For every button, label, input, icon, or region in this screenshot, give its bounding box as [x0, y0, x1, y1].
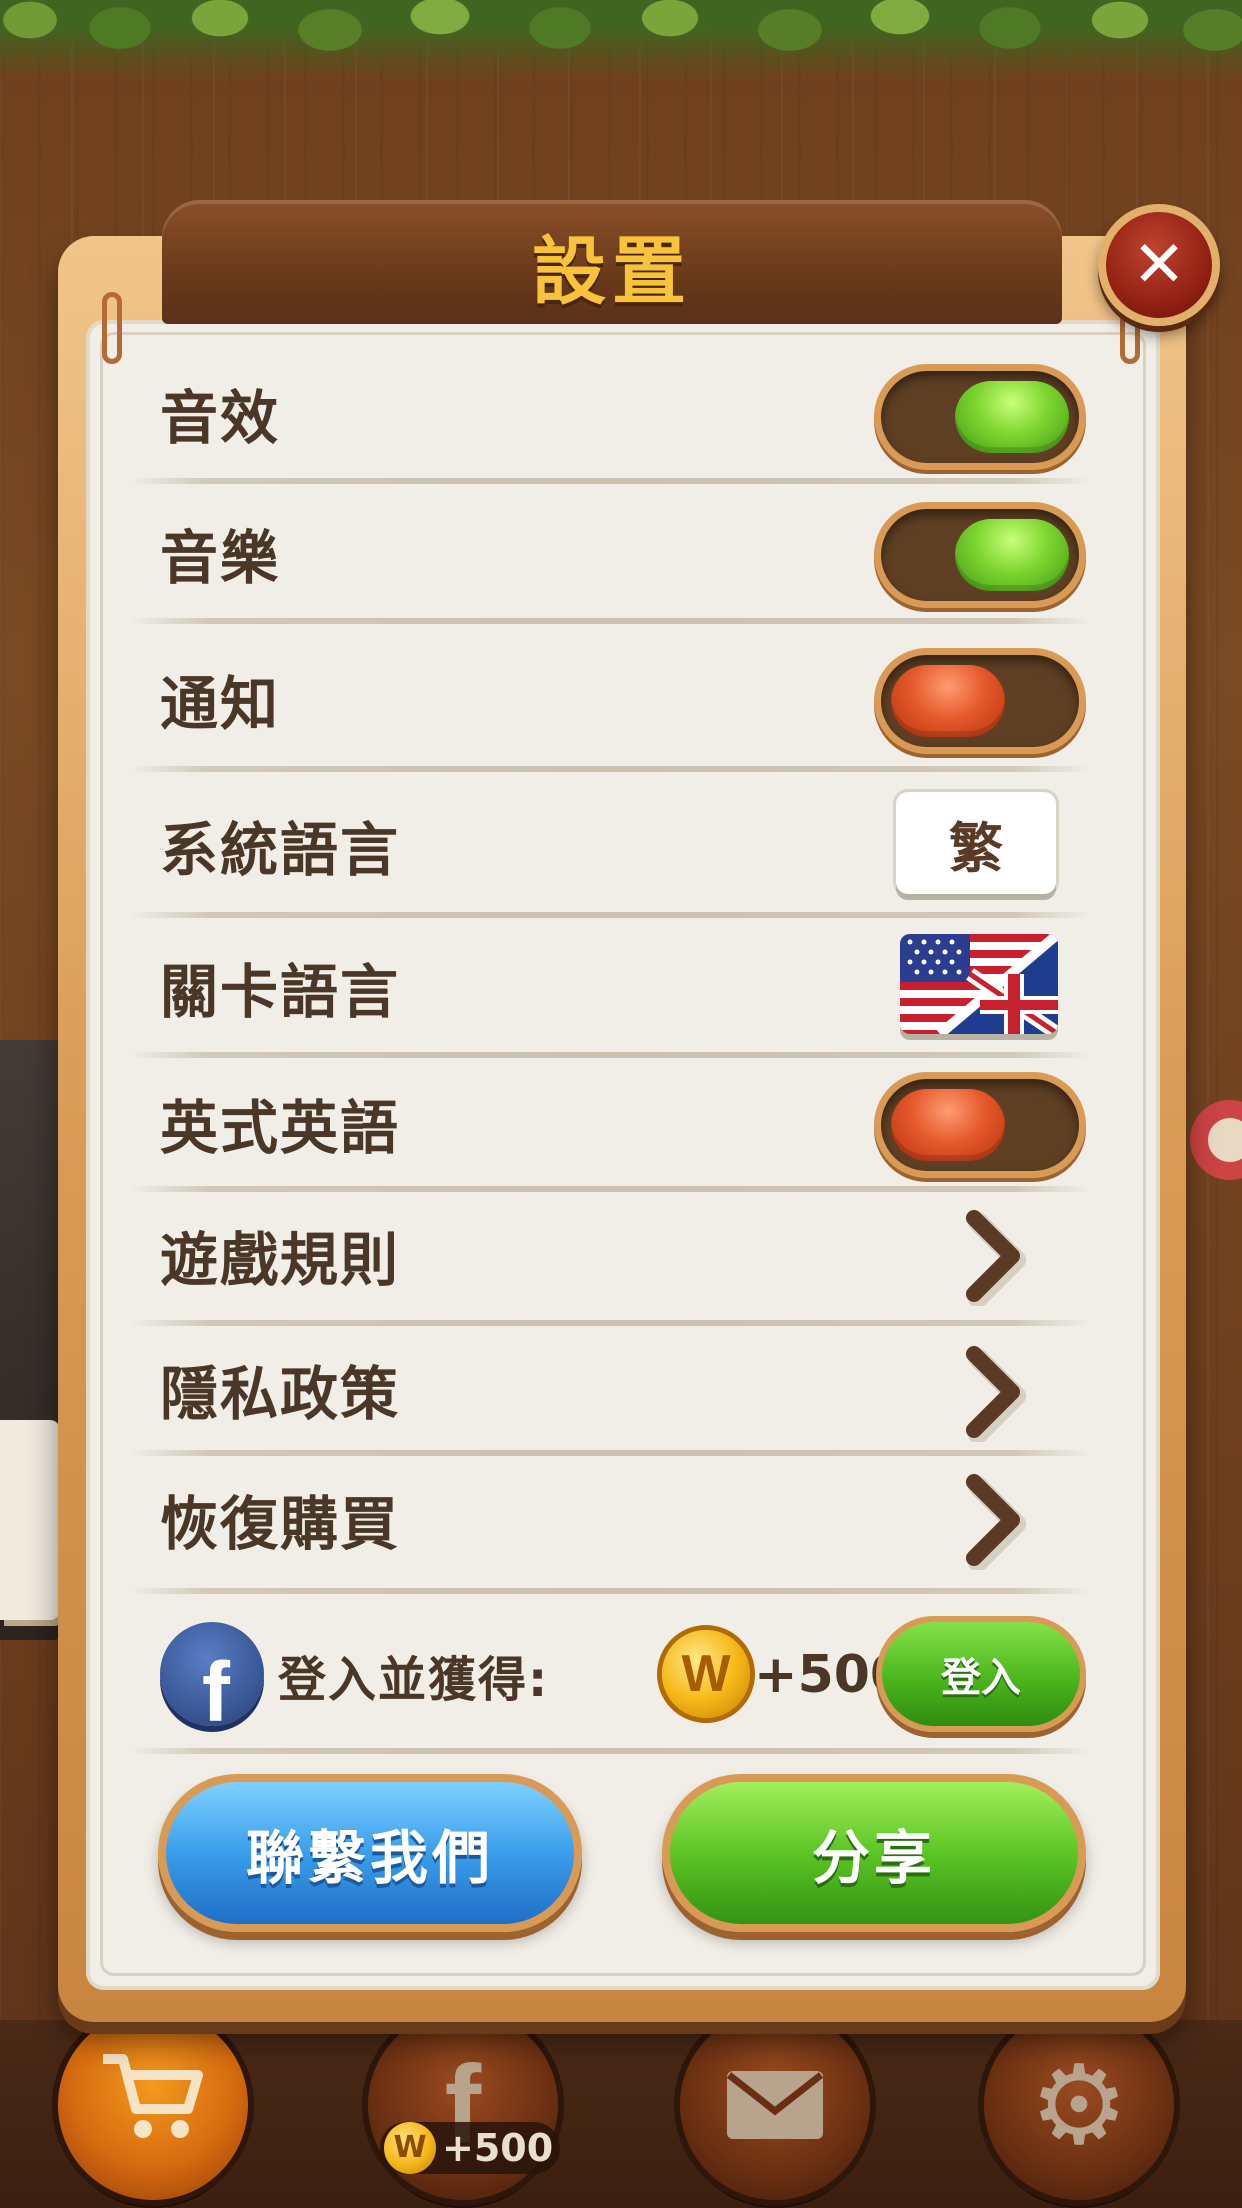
privacy-policy-chevron[interactable] — [960, 1342, 1030, 1444]
badge-reward-text: +500 — [442, 2126, 554, 2170]
system-language-label: 系統語言 — [160, 816, 401, 884]
toggle-knob — [891, 665, 1005, 737]
row-divider — [130, 618, 1090, 624]
notifications-label: 通知 — [160, 670, 281, 738]
facebook-login-prompt: 登入並獲得: — [278, 1652, 550, 1708]
page-title: 設置 — [532, 228, 692, 315]
british-english-toggle[interactable] — [874, 1072, 1086, 1178]
music-toggle[interactable] — [874, 502, 1086, 608]
vine-leaves-decoration — [0, 0, 1242, 80]
chevron-right-icon — [966, 1210, 1026, 1308]
row-divider — [130, 1748, 1090, 1754]
system-language-button[interactable]: 繁 — [896, 792, 1056, 894]
gear-icon: ⚙ — [1029, 2041, 1129, 2169]
row-divider — [130, 1450, 1090, 1456]
settings-nav-button[interactable]: ⚙ — [984, 2010, 1174, 2200]
row-divider — [130, 478, 1090, 484]
toggle-knob — [891, 1089, 1005, 1161]
row-divider — [130, 1320, 1090, 1326]
background-chip-right — [1190, 1080, 1242, 1200]
notifications-toggle[interactable] — [874, 648, 1086, 754]
chevron-right-icon — [966, 1346, 1026, 1444]
coin-icon: W — [384, 2122, 436, 2174]
toggle-knob — [955, 381, 1069, 453]
uk-us-flag-icon — [900, 934, 1058, 1034]
row-divider — [130, 766, 1090, 772]
level-language-button[interactable] — [900, 934, 1058, 1034]
close-button[interactable]: ✕ — [1098, 204, 1220, 326]
close-icon: ✕ — [1132, 228, 1186, 302]
restore-purchases-chevron[interactable] — [960, 1470, 1030, 1572]
british-english-label: 英式英語 — [160, 1094, 401, 1162]
row-divider — [130, 1186, 1090, 1192]
restore-purchases-label: 恢復購買 — [160, 1490, 401, 1558]
mail-button[interactable] — [680, 2010, 870, 2200]
contact-us-button[interactable]: 聯繫我們 — [158, 1774, 582, 1932]
game-rules-chevron[interactable] — [960, 1206, 1030, 1308]
shop-button[interactable] — [58, 2010, 248, 2200]
sound-effects-label: 音效 — [160, 384, 281, 452]
facebook-reward-badge: W +500 — [380, 2122, 560, 2174]
row-divider — [130, 912, 1090, 918]
toggle-knob — [955, 519, 1069, 591]
game-rules-label: 遊戲規則 — [160, 1226, 401, 1294]
row-divider — [130, 1588, 1090, 1594]
coin-icon: W — [662, 1630, 750, 1718]
chevron-right-icon — [966, 1474, 1026, 1572]
level-language-label: 關卡語言 — [160, 958, 401, 1026]
music-label: 音樂 — [160, 524, 281, 592]
row-divider — [130, 1052, 1090, 1058]
facebook-login-button[interactable]: 登入 — [876, 1616, 1086, 1732]
background-card-left — [0, 1420, 60, 1620]
sound-effects-toggle[interactable] — [874, 364, 1086, 470]
privacy-policy-label: 隱私政策 — [160, 1360, 401, 1428]
facebook-icon: f — [160, 1622, 264, 1734]
panel-hook-left — [102, 292, 122, 364]
share-button[interactable]: 分享 — [662, 1774, 1086, 1932]
mail-icon — [723, 2050, 827, 2160]
cart-icon — [98, 2047, 208, 2164]
